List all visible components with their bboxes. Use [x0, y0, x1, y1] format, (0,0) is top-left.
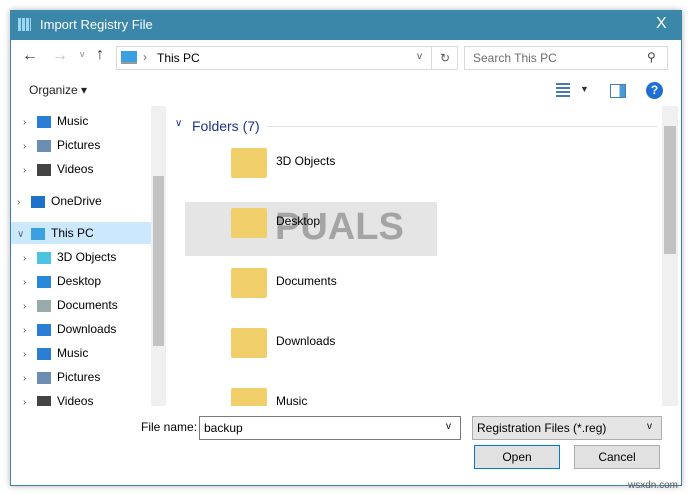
address-dropdown-icon[interactable]: v	[417, 51, 422, 62]
expand-chevron-icon[interactable]: ›	[23, 320, 37, 342]
expand-chevron-icon[interactable]: ›	[23, 160, 37, 182]
close-button[interactable]: X	[656, 15, 667, 33]
documents-icon	[37, 299, 51, 312]
sidebar-item-label: Desktop	[57, 274, 102, 288]
address-path: This PC	[157, 51, 200, 65]
pictures-icon	[37, 139, 51, 152]
folder-label: Music	[276, 394, 308, 406]
navigation-pane: › Music › Pictures › Videos › OneDrive ∨ This PC ›…	[11, 106, 151, 406]
pc-icon	[121, 51, 137, 64]
expand-chevron-icon[interactable]: ›	[23, 248, 37, 270]
sidebar-item[interactable]: ∨ This PC	[11, 222, 151, 244]
recent-chevron-icon[interactable]: v	[80, 49, 85, 59]
registry-icon	[18, 18, 31, 31]
search-input[interactable]: Search This PC ⚲	[464, 46, 668, 70]
sidebar-item[interactable]: › Documents	[11, 294, 151, 316]
refresh-icon[interactable]: ↻	[431, 47, 458, 69]
sidebar-item-label: Videos	[57, 162, 94, 176]
sidebar-item[interactable]: › 3D Objects	[11, 246, 151, 268]
sidebar-item-label: Videos	[57, 394, 94, 406]
open-button[interactable]: Open	[474, 445, 560, 469]
main-scrollbar[interactable]	[662, 106, 678, 406]
expand-chevron-icon[interactable]: ›	[23, 368, 37, 390]
sidebar-item-label: Pictures	[57, 370, 101, 384]
organize-button[interactable]: Organize ▾	[29, 83, 87, 97]
title-bar: Import Registry File X	[10, 10, 682, 40]
sidebar-item[interactable]: › Music	[11, 110, 151, 132]
sidebar-item[interactable]: › Music	[11, 342, 151, 364]
filetype-select[interactable]: Registration Files (*.reg) v	[472, 416, 662, 440]
forward-arrow-icon[interactable]: →	[52, 47, 68, 65]
expand-chevron-icon[interactable]: ∨	[17, 224, 31, 246]
preview-pane-icon[interactable]	[610, 84, 626, 98]
folder-label: 3D Objects	[276, 154, 336, 168]
back-arrow-icon[interactable]: ←	[22, 47, 38, 65]
cancel-button[interactable]: Cancel	[574, 445, 660, 469]
collapse-chevron-icon[interactable]: ∨	[175, 118, 182, 129]
expand-chevron-icon[interactable]: ›	[23, 272, 37, 294]
chevron-down-icon[interactable]: v	[446, 421, 451, 432]
sidebar-scrollbar[interactable]	[151, 106, 166, 406]
view-options-icon[interactable]	[556, 83, 570, 97]
expand-chevron-icon[interactable]: ›	[23, 344, 37, 366]
folder-icon	[231, 328, 267, 358]
sidebar-item-label: Pictures	[57, 138, 101, 152]
desktop-icon	[37, 275, 51, 288]
sidebar-item[interactable]: › Videos	[11, 158, 151, 180]
file-list: ∨ Folders (7) PUALS 3D Objects Desktop Doc…	[167, 106, 662, 406]
expand-chevron-icon[interactable]: ›	[17, 192, 31, 214]
sidebar-item-label: Music	[57, 346, 89, 360]
filename-label: File name:	[141, 420, 198, 434]
sidebar-item-label: Music	[57, 114, 89, 128]
cube-icon	[37, 251, 51, 264]
sidebar-item[interactable]: › OneDrive	[11, 190, 151, 212]
credit-text: wsxdn.com	[628, 480, 679, 491]
address-bar[interactable]: › This PC v ↻	[116, 46, 458, 70]
sidebar-item[interactable]: › Desktop	[11, 270, 151, 292]
folder-icon	[231, 268, 267, 298]
sidebar-item[interactable]: › Videos	[11, 390, 151, 406]
sidebar-item-label: OneDrive	[51, 194, 102, 208]
help-icon[interactable]: ?	[646, 82, 663, 99]
search-icon: ⚲	[647, 50, 656, 64]
filename-input[interactable]: backup v	[199, 416, 461, 440]
folder-icon	[231, 148, 267, 178]
expand-chevron-icon[interactable]: ›	[23, 112, 37, 134]
filetype-value: Registration Files (*.reg)	[477, 421, 607, 435]
videos-icon	[37, 395, 51, 406]
sidebar-item-label: Documents	[57, 298, 118, 312]
chevron-down-icon: v	[647, 421, 652, 432]
sidebar-item-label: Downloads	[57, 322, 117, 336]
expand-chevron-icon[interactable]: ›	[23, 136, 37, 158]
search-placeholder: Search This PC	[473, 51, 557, 65]
view-dropdown-icon[interactable]: ▼	[580, 84, 589, 94]
folder-label: Documents	[276, 274, 337, 288]
pictures-icon	[37, 371, 51, 384]
folder-icon	[231, 208, 267, 238]
up-arrow-icon[interactable]: ↑	[96, 46, 104, 64]
cloud-icon	[31, 195, 45, 208]
music-icon	[37, 347, 51, 360]
expand-chevron-icon[interactable]: ›	[23, 296, 37, 318]
sidebar-item[interactable]: › Pictures	[11, 134, 151, 156]
sidebar-item[interactable]: › Downloads	[11, 318, 151, 340]
sidebar-item-label: This PC	[51, 226, 94, 240]
folder-label: Downloads	[276, 334, 336, 348]
downloads-icon	[37, 323, 51, 336]
videos-icon	[37, 163, 51, 176]
folder-label: Desktop	[276, 214, 321, 228]
pc-icon	[31, 227, 45, 240]
sidebar-item[interactable]: › Pictures	[11, 366, 151, 388]
sidebar-item-label: 3D Objects	[57, 250, 117, 264]
expand-chevron-icon[interactable]: ›	[23, 392, 37, 406]
window-title: Import Registry File	[40, 17, 153, 32]
folder-icon	[231, 388, 267, 406]
music-icon	[37, 115, 51, 128]
watermark: PUALS	[185, 202, 437, 256]
filename-value: backup	[204, 421, 243, 435]
group-header: Folders (7)	[192, 118, 260, 134]
